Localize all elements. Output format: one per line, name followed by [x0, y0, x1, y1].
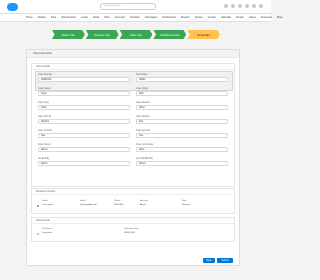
nav-item[interactable]: Tasks: [93, 16, 99, 19]
field-input[interactable]: Other: [136, 105, 228, 110]
form-field: Case Type Other: [38, 102, 130, 110]
path-step[interactable]: Basic Info: [52, 30, 85, 39]
card-header: Case Information: [27, 50, 239, 58]
add-icon[interactable]: [231, 4, 235, 8]
nav-item[interactable]: Groups: [208, 16, 216, 19]
column-header-date: Uploaded Date: [124, 228, 139, 230]
nav-item[interactable]: Chatter: [38, 16, 46, 19]
section-title: Related Contacts: [32, 189, 234, 195]
field-input[interactable]: Medium: [38, 119, 130, 124]
nav-item[interactable]: Forecasts: [261, 16, 272, 19]
contact-account: Acme: [140, 204, 146, 206]
navigation-bar: Home Chatter Files Opportunities Leads Tasks F…: [0, 14, 283, 22]
nav-item[interactable]: Dashboards: [162, 16, 175, 19]
form-field: Created By Admin: [38, 158, 130, 166]
column-header-role: Role: [182, 200, 187, 202]
nav-item[interactable]: More: [277, 16, 283, 19]
column-header-email: Email: [80, 200, 86, 202]
form-field: Case Status Open: [38, 88, 130, 96]
attachment-icon: [37, 233, 39, 235]
help-icon[interactable]: [238, 4, 242, 8]
field-input[interactable]: Test: [136, 133, 228, 138]
field-input[interactable]: Other: [38, 105, 130, 110]
salesforce-logo[interactable]: [7, 3, 18, 11]
form-field: Case Contact Test: [38, 130, 130, 138]
form-field: Description 00004: [136, 74, 228, 82]
form-field: Case Account Test: [136, 130, 228, 138]
nav-item[interactable]: Calendar: [221, 16, 231, 19]
field-input[interactable]: 00001026: [38, 77, 130, 82]
form-field: Case Reason Other: [136, 102, 228, 110]
form-field: Case Number 00001026: [38, 74, 130, 82]
form-field: Case Comments None: [136, 144, 228, 152]
attachment-date: 01/01/2020: [124, 232, 135, 234]
form-field: Case Priority Medium: [38, 116, 130, 124]
path-progress: Basic Info Service Info Plan Info Additiona…: [52, 30, 220, 39]
field-input[interactable]: Web: [136, 91, 228, 96]
case-card: Case Information Case Details Case Numbe…: [26, 49, 240, 266]
attachment-link[interactable]: Document: [42, 232, 52, 234]
field-input[interactable]: 00004: [136, 77, 228, 82]
nav-item[interactable]: Files: [51, 16, 56, 19]
path-step[interactable]: Additional Info: [153, 30, 187, 39]
nav-item[interactable]: Quotes: [195, 16, 203, 19]
nav-item[interactable]: Campaigns: [145, 16, 158, 19]
notifications-icon[interactable]: [252, 4, 256, 8]
global-header: Search Salesforce: [0, 0, 271, 14]
form-field: Case Origin Web: [136, 88, 228, 96]
contact-phone: 555-0100: [114, 204, 124, 206]
row-bullet-icon: [37, 205, 39, 207]
avatar[interactable]: [259, 4, 263, 8]
contact-email: js@example.com: [80, 204, 97, 206]
details-section: Case Details Case Number 00001026 Descript…: [31, 63, 235, 187]
header-actions: [224, 4, 263, 8]
field-input[interactable]: Admin: [38, 161, 130, 166]
form-field: Last Modified By Admin: [136, 158, 228, 166]
section-title: Attachments: [32, 218, 234, 224]
field-input[interactable]: Test: [38, 133, 130, 138]
favorites-icon[interactable]: [224, 4, 228, 8]
nav-item[interactable]: Cases: [249, 16, 256, 19]
nav-item[interactable]: Opportunities: [61, 16, 76, 19]
path-step[interactable]: Service Info: [85, 30, 119, 39]
column-header-file: File Name: [42, 228, 52, 230]
nav-item[interactable]: Leads: [81, 16, 88, 19]
nav-item[interactable]: Accounts: [115, 16, 125, 19]
column-header-account: Account: [140, 200, 148, 202]
field-input[interactable]: Test: [136, 119, 228, 124]
nav-item[interactable]: Home: [26, 16, 33, 19]
field-input[interactable]: None: [136, 147, 228, 152]
back-button[interactable]: Back: [203, 258, 215, 263]
section-title: Case Details: [32, 64, 234, 70]
nav-item[interactable]: Contacts: [130, 16, 140, 19]
column-header-phone: Phone: [114, 200, 121, 202]
path-step[interactable]: Summary: [187, 30, 220, 39]
nav-item[interactable]: Reports: [181, 16, 190, 19]
contacts-section: Related Contacts Name Email Phone Accoun…: [31, 188, 235, 214]
attachments-section: Attachments File Name Uploaded Date Docu…: [31, 217, 235, 242]
submit-button[interactable]: Submit: [217, 258, 233, 263]
contact-role: Primary: [182, 204, 190, 206]
field-input[interactable]: Admin: [136, 161, 228, 166]
nav-item[interactable]: Files: [104, 16, 109, 19]
form-field: Case Owner Admin: [38, 144, 130, 152]
search-input[interactable]: Search Salesforce: [100, 3, 156, 10]
column-header-name: Name: [42, 200, 48, 202]
settings-icon[interactable]: [245, 4, 249, 8]
path-step[interactable]: Plan Info: [119, 30, 153, 39]
field-input[interactable]: Admin: [38, 147, 130, 152]
contact-name-link[interactable]: John Smith: [42, 204, 53, 206]
field-input[interactable]: Open: [38, 91, 130, 96]
nav-item[interactable]: People: [236, 16, 244, 19]
form-field: Case Subject Test: [136, 116, 228, 124]
